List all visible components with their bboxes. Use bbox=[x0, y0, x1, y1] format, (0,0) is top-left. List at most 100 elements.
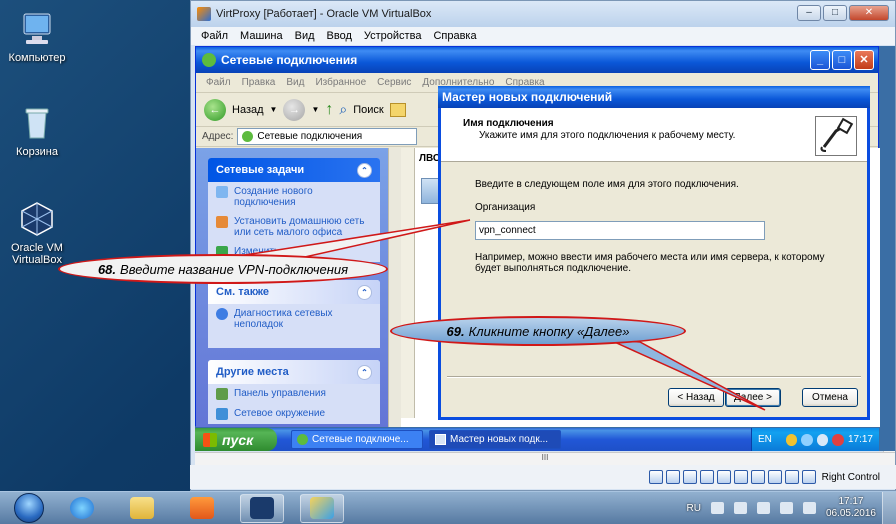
host-system-tray: RU 17:17 06.05.2016 bbox=[686, 496, 882, 520]
mouse-integration-icon[interactable] bbox=[784, 470, 799, 484]
task-control-panel[interactable]: Панель управления bbox=[208, 384, 380, 404]
menu-view[interactable]: Вид bbox=[295, 30, 315, 42]
back-label[interactable]: Назад bbox=[232, 104, 264, 116]
shared-folders-icon[interactable] bbox=[699, 470, 714, 484]
wizard-buttons: < Назад Далее > Отмена bbox=[668, 388, 858, 407]
optical-drive-icon[interactable] bbox=[665, 470, 680, 484]
network-icon bbox=[202, 53, 216, 67]
list-scrollbar[interactable] bbox=[401, 148, 415, 418]
virtualbox-titlebar[interactable]: VirtProxy [Работает] - Oracle VM Virtual… bbox=[191, 1, 895, 27]
task-create-connection[interactable]: Создание нового подключения bbox=[208, 182, 380, 212]
keyboard-icon[interactable] bbox=[801, 470, 816, 484]
cpu-icon[interactable] bbox=[767, 470, 782, 484]
menu-file[interactable]: Файл bbox=[201, 30, 228, 42]
forward-arrow-icon[interactable]: → bbox=[283, 98, 306, 121]
network-adapter-icon[interactable] bbox=[733, 470, 748, 484]
minimize-button[interactable]: – bbox=[797, 5, 821, 21]
flag-icon[interactable] bbox=[733, 502, 747, 514]
host-clock[interactable]: 17:17 06.05.2016 bbox=[826, 496, 876, 520]
close-button[interactable]: ✕ bbox=[854, 50, 874, 70]
panel-title: Сетевые задачи bbox=[216, 164, 305, 176]
guest-screen[interactable]: Сетевые подключения _ □ ✕ Файл Правка Ви… bbox=[195, 46, 895, 451]
virtualbox-menubar: Файл Машина Вид Ввод Устройства Справка bbox=[191, 27, 895, 45]
folder-up-icon[interactable]: ↑ bbox=[325, 101, 333, 119]
taskbar-item-network-connections[interactable]: Сетевые подключе... bbox=[291, 430, 423, 449]
windows-logo-icon bbox=[203, 432, 217, 447]
address-field[interactable]: Сетевые подключения bbox=[237, 128, 418, 145]
desktop-icon-recycle-bin[interactable]: Корзина bbox=[2, 104, 72, 158]
folders-icon[interactable] bbox=[389, 102, 406, 117]
menu-file[interactable]: Файл bbox=[206, 77, 231, 88]
menu-tools[interactable]: Сервис bbox=[377, 77, 411, 88]
language-indicator[interactable]: RU bbox=[686, 503, 700, 514]
desktop-icon-label: Oracle VM VirtualBox bbox=[11, 242, 63, 266]
usb-icon[interactable] bbox=[682, 470, 697, 484]
keyboard-tray-icon[interactable] bbox=[710, 502, 724, 514]
next-button[interactable]: Далее > bbox=[725, 388, 781, 407]
taskbar-app-virtualbox[interactable] bbox=[240, 493, 284, 523]
taskbar-item-wizard[interactable]: Мастер новых подк... bbox=[429, 430, 561, 449]
back-arrow-icon[interactable]: ← bbox=[204, 98, 226, 121]
chevron-down-icon[interactable]: ▼ bbox=[270, 105, 278, 114]
panel-title: Другие места bbox=[216, 366, 289, 378]
other-places-header[interactable]: Другие места ⌃ bbox=[208, 360, 380, 384]
cancel-button[interactable]: Отмена bbox=[802, 388, 858, 407]
show-desktop-button[interactable] bbox=[882, 491, 896, 524]
video-capture-icon[interactable] bbox=[750, 470, 765, 484]
minimize-button[interactable]: _ bbox=[810, 50, 830, 70]
menu-input[interactable]: Ввод bbox=[327, 30, 352, 42]
desktop-icon-label: Корзина bbox=[16, 146, 58, 158]
taskbar-app-paint[interactable] bbox=[300, 493, 344, 523]
windows-start-orb[interactable] bbox=[14, 493, 44, 523]
search-label[interactable]: Поиск bbox=[353, 104, 383, 116]
virtualbox-app-icon bbox=[197, 7, 211, 21]
wizard-hint-line-2: будет выполняться подключение. bbox=[475, 263, 632, 274]
guest-taskbar: пуск Сетевые подключе... Мастер новых по… bbox=[195, 428, 879, 451]
network-tasks-header[interactable]: Сетевые задачи ⌃ bbox=[208, 158, 380, 182]
taskbar-app-media[interactable] bbox=[180, 494, 224, 523]
back-button[interactable]: < Назад bbox=[668, 388, 724, 407]
chevron-down-icon[interactable]: ▼ bbox=[311, 105, 319, 114]
menu-devices[interactable]: Устройства bbox=[364, 30, 422, 42]
connection-name-input[interactable] bbox=[475, 221, 765, 240]
shield-icon[interactable] bbox=[785, 433, 798, 446]
collapse-icon[interactable]: ⌃ bbox=[357, 284, 372, 300]
paint-icon bbox=[310, 497, 334, 519]
volume-icon[interactable] bbox=[802, 502, 816, 514]
signal-icon[interactable] bbox=[779, 502, 793, 514]
security-alert-icon[interactable] bbox=[832, 433, 844, 446]
explorer-titlebar[interactable]: Сетевые подключения _ □ ✕ bbox=[196, 47, 878, 73]
menu-machine[interactable]: Машина bbox=[240, 30, 283, 42]
vbox-horizontal-scrollbar[interactable]: III bbox=[195, 452, 895, 465]
collapse-icon[interactable]: ⌃ bbox=[357, 162, 372, 178]
menu-help[interactable]: Справка bbox=[433, 30, 476, 42]
collapse-icon[interactable]: ⌃ bbox=[357, 364, 372, 380]
task-pane-scrollbar[interactable] bbox=[388, 148, 401, 427]
maximize-button[interactable]: □ bbox=[832, 50, 852, 70]
display-icon[interactable] bbox=[716, 470, 731, 484]
taskbar-app-ie[interactable] bbox=[60, 494, 104, 523]
language-indicator[interactable]: EN bbox=[758, 434, 772, 445]
task-network-places[interactable]: Сетевое окружение bbox=[208, 404, 380, 424]
wizard-titlebar[interactable]: Мастер новых подключений bbox=[438, 86, 870, 108]
menu-edit[interactable]: Правка bbox=[242, 77, 276, 88]
wizard-instruction: Введите в следующем поле имя для этого п… bbox=[475, 179, 739, 190]
menu-favorites[interactable]: Избранное bbox=[315, 77, 366, 88]
virtualbox-icon bbox=[250, 497, 274, 519]
start-button[interactable]: пуск bbox=[195, 428, 277, 451]
network-tray-icon[interactable] bbox=[801, 433, 813, 446]
volume-icon[interactable] bbox=[816, 433, 829, 446]
close-button[interactable]: ✕ bbox=[849, 5, 889, 21]
menu-view[interactable]: Вид bbox=[286, 77, 304, 88]
search-icon[interactable]: ⌕ bbox=[339, 101, 347, 118]
maximize-button[interactable]: □ bbox=[823, 5, 847, 21]
wizard-header-title: Имя подключения bbox=[463, 118, 554, 129]
task-home-network[interactable]: Установить домашнюю сеть или сеть малого… bbox=[208, 212, 380, 242]
desktop-icon-computer[interactable]: Компьютер bbox=[2, 10, 72, 64]
task-diagnostics[interactable]: Диагностика сетевых неполадок bbox=[208, 304, 380, 348]
taskbar-app-explorer[interactable] bbox=[120, 494, 164, 523]
lan-connection-icon[interactable] bbox=[421, 178, 439, 204]
network-tray-icon[interactable] bbox=[756, 502, 770, 514]
hard-disk-icon[interactable] bbox=[648, 470, 663, 484]
desktop-icon-virtualbox[interactable]: Oracle VM VirtualBox bbox=[2, 200, 72, 266]
